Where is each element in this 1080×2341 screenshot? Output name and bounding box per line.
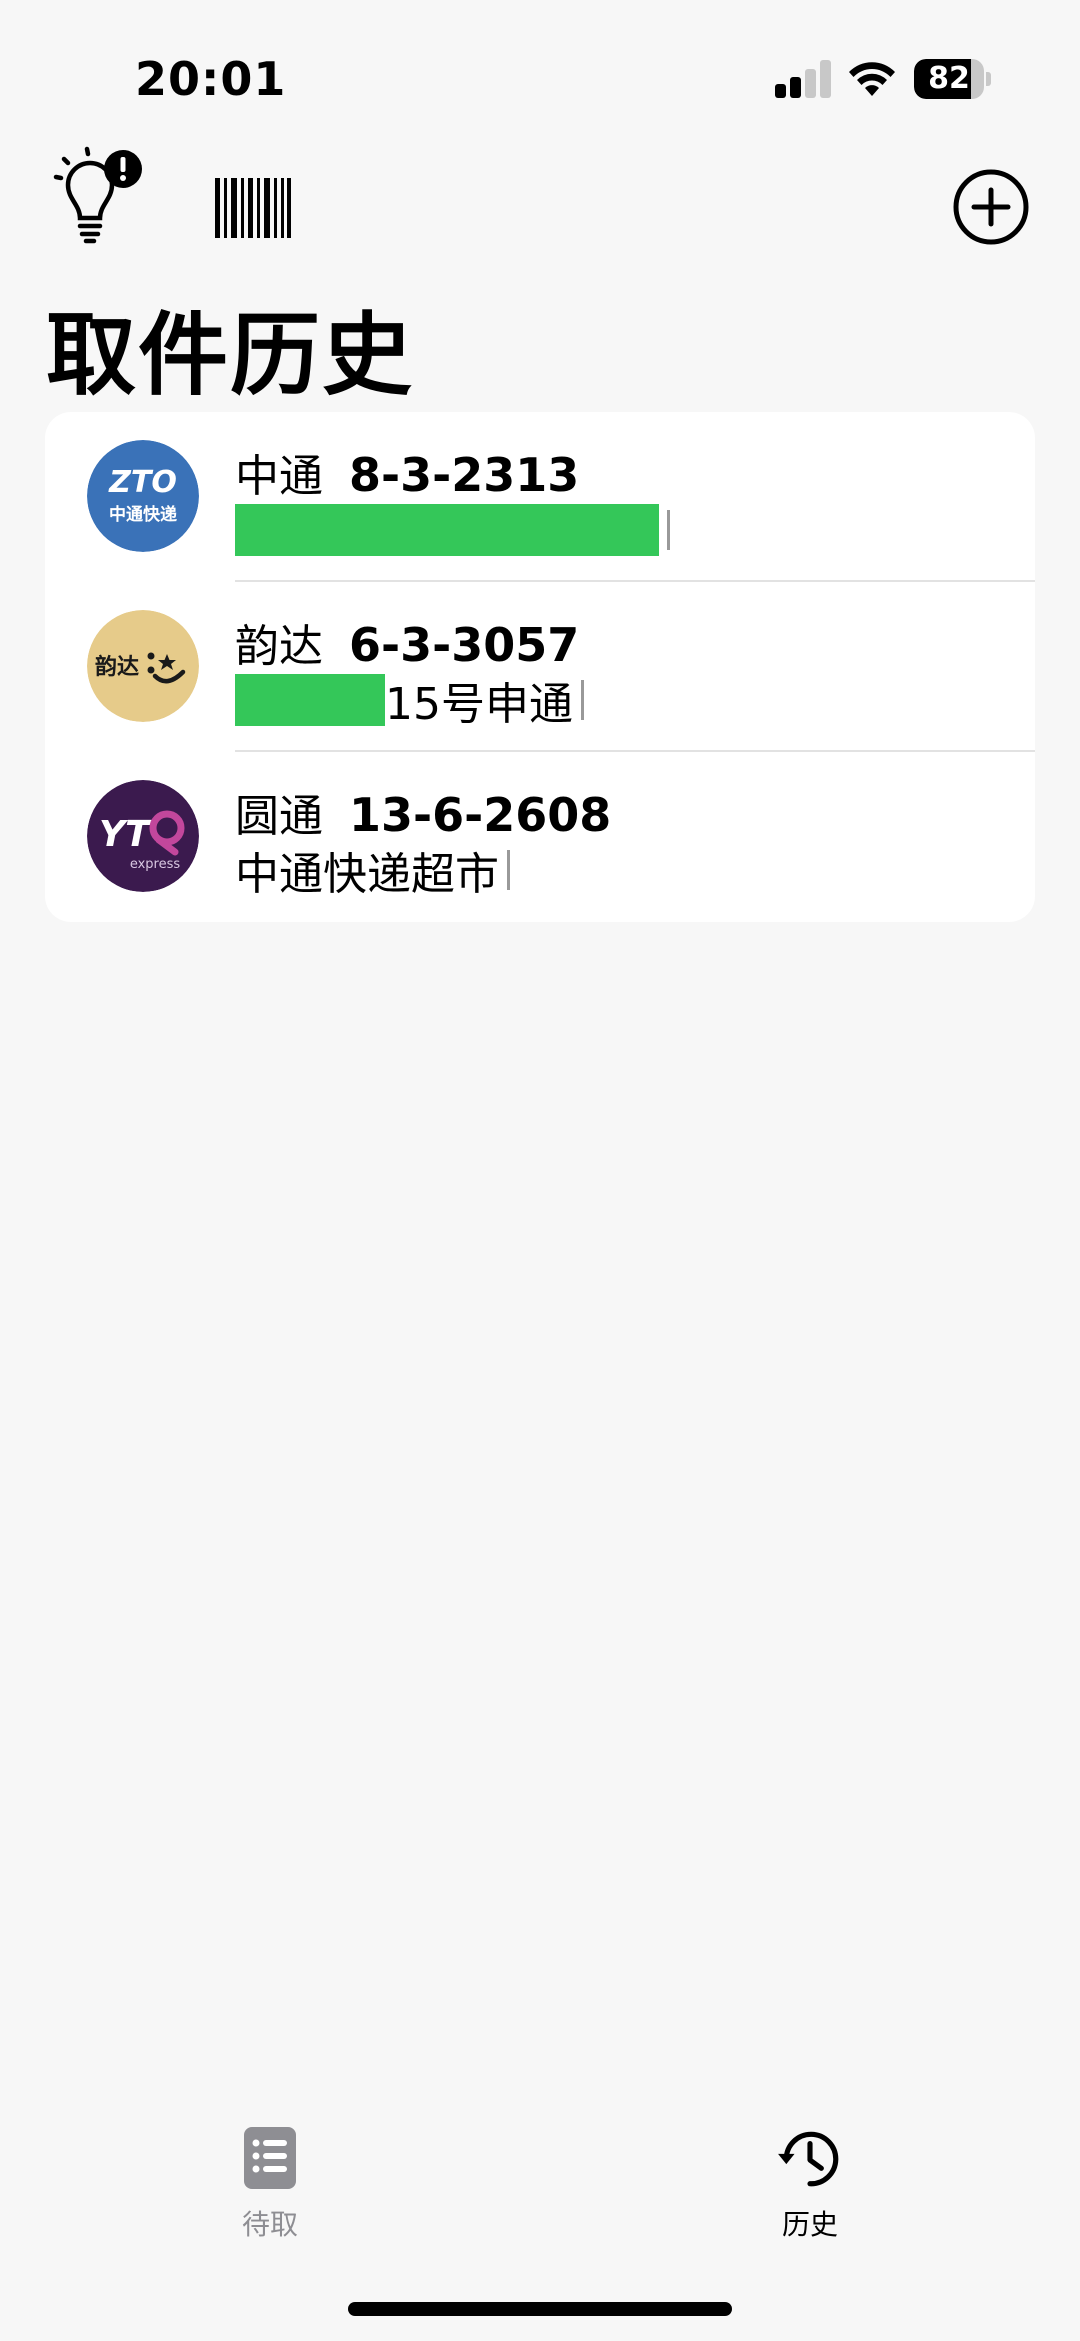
add-circle-icon[interactable] — [952, 168, 1030, 246]
svg-text:YT: YT — [99, 814, 152, 855]
text-caret — [667, 510, 670, 550]
battery-level: 82 — [928, 61, 970, 96]
battery-icon: 82 — [914, 59, 991, 99]
home-indicator[interactable] — [348, 2302, 732, 2316]
history-item[interactable]: ZTO 中通快递 中通 8-3-2313 — [45, 412, 1035, 582]
tab-history-label: 历史 — [781, 2208, 838, 2241]
text-caret — [507, 850, 510, 890]
yunda-logo: 韵达 — [87, 610, 199, 722]
yto-logo-text: express — [130, 857, 181, 872]
app-screen: 20:01 82 取件历史 ZTO 中通快递 中通 8-3-2313 韵达 韵达… — [0, 0, 1080, 2341]
pickup-location: 15号申通 — [235, 674, 584, 730]
lightbulb-alert-icon[interactable] — [50, 145, 145, 245]
history-item[interactable]: YT express 圆通 13-6-2608 中通快递超市 — [45, 752, 1035, 922]
list-icon — [244, 2127, 296, 2189]
history-list: ZTO 中通快递 中通 8-3-2313 韵达 韵达 6-3-3057 15号申… — [45, 412, 1035, 922]
page-title: 取件历史 — [46, 303, 414, 408]
status-bar: 20:01 82 — [0, 0, 1080, 150]
redaction-block — [235, 504, 659, 556]
pickup-location — [235, 504, 670, 556]
zto-logo: ZTO 中通快递 — [87, 440, 199, 552]
svg-text:ZTO: ZTO — [108, 465, 177, 500]
wifi-icon — [849, 62, 895, 96]
location-text: 15号申通 — [385, 679, 573, 730]
tab-pending-label: 待取 — [241, 2208, 298, 2241]
courier-name: 韵达 — [235, 621, 323, 672]
pickup-code: 6-3-3057 — [349, 618, 580, 672]
courier-name: 圆通 — [235, 791, 323, 842]
status-time: 20:01 — [135, 52, 287, 106]
history-clock-icon — [778, 2131, 839, 2187]
courier-name: 中通 — [235, 451, 323, 502]
yto-logo: YT express — [87, 780, 199, 892]
barcode-icon[interactable] — [215, 178, 291, 238]
history-item[interactable]: 韵达 韵达 6-3-3057 15号申通 — [45, 582, 1035, 752]
pickup-location: 中通快递超市 — [235, 844, 510, 900]
pickup-code: 8-3-2313 — [349, 448, 580, 502]
yunda-logo-text: 韵达 — [95, 654, 139, 680]
redaction-block — [235, 674, 385, 726]
tab-pending[interactable]: 待取 — [170, 2125, 370, 2245]
tab-history[interactable]: 历史 — [710, 2125, 910, 2245]
text-caret — [581, 680, 584, 720]
pickup-code: 13-6-2608 — [349, 788, 612, 842]
zto-logo-text: 中通快递 — [109, 504, 177, 525]
cellular-signal-icon — [775, 60, 833, 98]
location-text: 中通快递超市 — [235, 849, 499, 900]
